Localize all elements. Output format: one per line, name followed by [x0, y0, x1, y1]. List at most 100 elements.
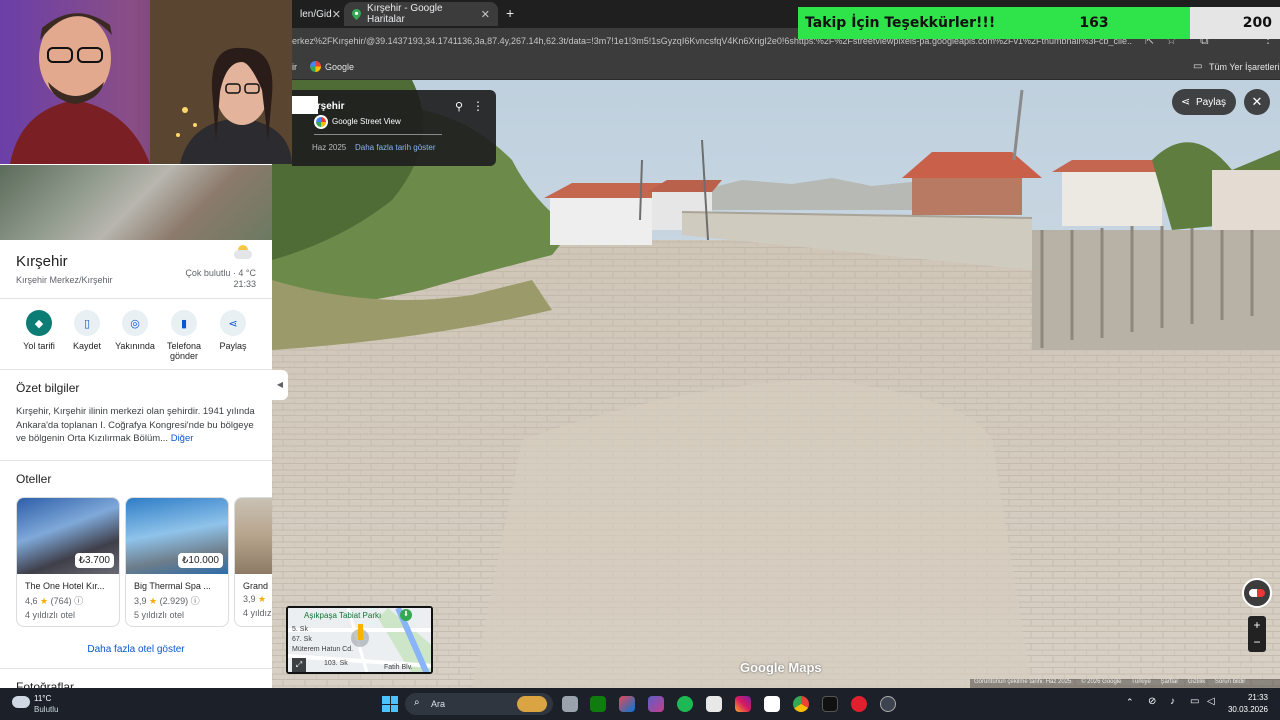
network-icon[interactable]: ⊘ [1148, 696, 1156, 707]
minimap[interactable]: Aşıkpaşa Tabiat Parkı ⬇ 5. Sk 67. Sk Müt… [286, 606, 433, 674]
follow-goal-text: Takip İçin Teşekkürler!!! [805, 15, 996, 31]
collapse-panel-button[interactable]: ◀ [272, 370, 288, 400]
hotel-card[interactable]: Grand 3,9 ★ 4 yıldız [234, 497, 272, 627]
tiktok-icon[interactable] [822, 696, 838, 712]
compass-icon[interactable] [1242, 578, 1272, 608]
tab-google-maps[interactable]: Kırşehir - Google Haritalar ✕ [344, 2, 498, 26]
action-label: Telefona gönder [166, 341, 202, 361]
xbox-icon[interactable] [590, 696, 606, 712]
minimap-street: 5. Sk [292, 626, 308, 633]
app-icon[interactable] [880, 696, 896, 712]
footer-link[interactable]: Sorun bildir [1215, 679, 1245, 685]
maps-pin-icon [352, 8, 361, 20]
hotel-rating: 3,9 ★ (2.929) ⓘ [134, 594, 228, 607]
send-to-phone-button[interactable]: ▮ Telefona gönder [159, 310, 209, 361]
divider [0, 460, 272, 461]
more-dates-link[interactable]: Daha fazla tarih göster [355, 143, 436, 152]
microphone-icon[interactable]: ♪ [1170, 696, 1175, 707]
info-icon[interactable]: ⓘ [191, 596, 200, 606]
star-icon: ★ [258, 594, 267, 604]
review-count: (764) [50, 596, 72, 606]
chrome-icon[interactable] [793, 696, 809, 712]
google-icon [310, 61, 321, 72]
hotel-class: 4 yıldızlı otel [25, 610, 76, 620]
rating-value: 4,6 [25, 596, 38, 606]
place-subtitle: Kırşehir Merkez/Kırşehir [16, 275, 113, 285]
expand-icon[interactable]: ⤢ [292, 658, 306, 672]
windows-start-icon[interactable] [382, 696, 398, 712]
google-maps-watermark: Google Maps [740, 660, 822, 675]
footer-link[interactable]: Şartlar [1161, 679, 1179, 685]
weather-time: 21:33 [233, 279, 256, 289]
weather-temp: 4 °C [238, 268, 256, 278]
footer-link[interactable]: Gizlilik [1188, 679, 1205, 685]
divider [0, 668, 272, 669]
separator [314, 134, 442, 135]
hotel-rating: 4,6 ★ (764) ⓘ [25, 594, 119, 607]
new-tab-button[interactable]: + [506, 5, 514, 21]
bookmark-google[interactable]: Google [325, 62, 354, 72]
office-icon[interactable] [619, 696, 635, 712]
share-place-button[interactable]: ⋖ Paylaş [208, 310, 258, 351]
capture-date: Görüntünün çekilme tarihi: Haz 2025 [974, 679, 1072, 685]
pin-icon[interactable]: ⚲ [455, 100, 463, 113]
directions-button[interactable]: ◆ Yol tarifi [14, 310, 64, 351]
footer-link[interactable]: Türkiye [1131, 679, 1151, 685]
cloud-icon [232, 245, 254, 261]
summary-body: Kırşehir, Kırşehir ilinin merkezi olan ş… [16, 406, 255, 444]
spotify-icon[interactable] [677, 696, 693, 712]
tab-label: len/Gid [300, 8, 332, 20]
capcut-icon[interactable] [764, 696, 780, 712]
hotel-card[interactable]: ₺10.000 Big Thermal Spa ... 3,9 ★ (2.929… [125, 497, 229, 627]
all-bookmarks[interactable]: Tüm Yer İşaretleri [1209, 62, 1280, 72]
taskbar-temp[interactable]: 11°C [34, 694, 51, 703]
bookmark-item[interactable]: ir [292, 62, 297, 72]
divider [0, 298, 272, 299]
divider [0, 369, 272, 370]
info-icon[interactable]: ⓘ [74, 596, 83, 606]
zoom-in-button[interactable]: + [1248, 616, 1266, 634]
clock-time[interactable]: 21:33 [1228, 693, 1268, 702]
store-icon[interactable] [706, 696, 722, 712]
copilot-icon[interactable] [648, 696, 664, 712]
clock-date[interactable]: 30.03.2026 [1222, 705, 1268, 714]
close-icon[interactable]: ✕ [481, 8, 490, 21]
hotel-card[interactable]: ₺3.700 The One Hotel Kır... 4,6 ★ (764) … [16, 497, 120, 627]
rating-value: 3,9 [243, 594, 256, 604]
task-view-icon[interactable] [562, 696, 578, 712]
photos-heading: Fotoğraflar [16, 680, 75, 688]
taskbar-search[interactable]: ⌕ Ara [405, 693, 553, 715]
taskbar-weather[interactable]: Bulutlu [34, 705, 58, 714]
share-icon: ⋖ [220, 310, 246, 336]
hotels-heading: Oteller [16, 472, 52, 486]
zoom-out-button[interactable]: − [1248, 634, 1266, 652]
opera-icon[interactable] [851, 696, 867, 712]
share-button[interactable]: ⋖ Paylaş [1172, 89, 1236, 115]
bookmark-icon: ▯ [74, 310, 100, 336]
chevron-up-icon[interactable]: ⌃ [1126, 697, 1134, 708]
hotel-photo: ₺3.700 [17, 498, 119, 574]
street-view-info-card: ırşehir ⚲ ⋮ Google Street View Haz 2025 … [292, 90, 496, 166]
display-icon[interactable]: ▭ [1190, 696, 1199, 707]
summary-more-link[interactable]: Diğer [171, 433, 194, 444]
phone-icon: ▮ [171, 310, 197, 336]
volume-icon[interactable]: ◁ [1207, 696, 1215, 707]
hotel-photo: ₺10.000 [126, 498, 228, 574]
search-highlight-icon [517, 696, 547, 712]
sv-source: Google Street View [332, 117, 401, 126]
more-icon[interactable]: ⋮ [472, 99, 484, 113]
save-button[interactable]: ▯ Kaydet [62, 310, 112, 351]
hotel-name: Grand [243, 581, 269, 591]
tab-previous[interactable]: len/Gid ✕ [292, 2, 342, 26]
close-icon[interactable]: ✕ [332, 8, 341, 21]
close-streetview-button[interactable]: ✕ [1244, 89, 1270, 115]
hotel-rating: 3,9 ★ [243, 594, 272, 605]
minimap-street: Fatih Blv. [384, 664, 413, 671]
follow-goal-count: 200 [1190, 7, 1280, 39]
summary-text: Kırşehir, Kırşehir ilinin merkezi olan ş… [16, 405, 260, 446]
street-view-panorama[interactable] [272, 80, 1280, 688]
instagram-icon[interactable] [735, 696, 751, 712]
place-photo[interactable] [0, 165, 272, 240]
nearby-button[interactable]: ◎ Yakınında [110, 310, 160, 351]
more-hotels-link[interactable]: Daha fazla otel göster [0, 644, 272, 655]
